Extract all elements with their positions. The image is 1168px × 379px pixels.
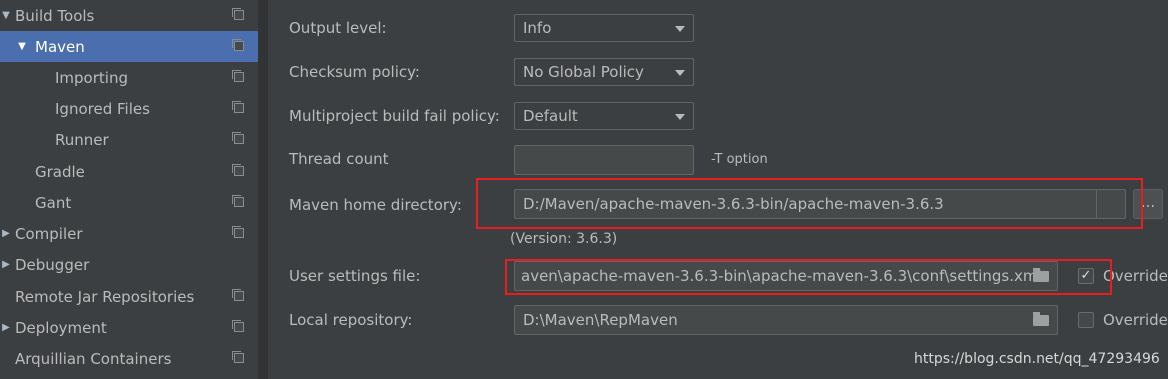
highlight-box-maven-home — [476, 178, 1143, 229]
thread-count-hint: -T option — [711, 152, 768, 167]
tree-item-label: Gradle — [35, 162, 85, 181]
tree-item-label: Runner — [55, 130, 109, 149]
project-scope-icon — [232, 7, 244, 20]
project-scope-icon — [232, 163, 244, 176]
tree-item-label: Deployment — [15, 318, 107, 337]
thread-count-input[interactable] — [514, 145, 694, 175]
tree-item-importing[interactable]: Importing — [0, 62, 258, 93]
user-settings-override-label: Override — [1103, 267, 1168, 285]
project-scope-icon — [232, 350, 244, 363]
expand-arrow-icon[interactable]: ▼ — [16, 41, 28, 52]
tree-item-runner[interactable]: Runner — [0, 124, 258, 155]
tree-item-compiler[interactable]: ▶ Compiler — [0, 218, 258, 249]
folder-icon[interactable] — [1033, 312, 1049, 326]
checksum-policy-dropdown[interactable]: No Global Policy — [514, 58, 694, 86]
maven-version-label: (Version: 3.6.3) — [510, 231, 618, 247]
maven-home-label: Maven home directory: — [289, 196, 462, 214]
project-scope-icon — [232, 38, 244, 51]
checksum-policy-value: No Global Policy — [523, 63, 644, 81]
tree-item-debugger[interactable]: ▶ Debugger — [0, 249, 258, 280]
multiproject-fail-policy-label: Multiproject build fail policy: — [289, 107, 500, 125]
tree-item-label: Importing — [55, 68, 128, 87]
tree-item-label: Gant — [35, 193, 72, 212]
tree-item-label: Arquillian Containers — [15, 349, 172, 368]
tree-item-maven[interactable]: ▼ Maven — [0, 31, 258, 62]
expand-arrow-icon[interactable]: ▶ — [0, 259, 12, 270]
multiproject-fail-policy-dropdown[interactable]: Default — [514, 102, 694, 130]
output-level-label: Output level: — [289, 19, 387, 37]
tree-item-remote-jar-repositories[interactable]: Remote Jar Repositories — [0, 281, 258, 312]
tree-item-arquillian-containers[interactable]: Arquillian Containers — [0, 343, 258, 374]
project-scope-icon — [232, 69, 244, 82]
tree-item-label: Remote Jar Repositories — [15, 287, 195, 306]
project-scope-icon — [232, 131, 244, 144]
tree-item-gradle[interactable]: Gradle — [0, 156, 258, 187]
tree-item-build-tools[interactable]: ▼ Build Tools — [0, 0, 258, 31]
tree-item-label: Build Tools — [15, 6, 95, 25]
project-scope-icon — [232, 225, 244, 238]
output-level-dropdown[interactable]: Info — [514, 14, 694, 42]
settings-tree: ▼ Build Tools ▼ Maven Importing Ignored … — [0, 0, 258, 379]
local-repository-override-label: Override — [1103, 311, 1168, 329]
user-settings-label: User settings file: — [289, 267, 421, 285]
project-scope-icon — [232, 100, 244, 113]
checksum-policy-label: Checksum policy: — [289, 63, 420, 81]
project-scope-icon — [232, 288, 244, 301]
tree-item-ignored-files[interactable]: Ignored Files — [0, 93, 258, 124]
local-repository-override-checkbox[interactable] — [1078, 312, 1094, 328]
sidebar-splitter[interactable] — [258, 0, 268, 379]
expand-arrow-icon[interactable]: ▼ — [0, 10, 12, 21]
chevron-down-icon — [675, 26, 685, 32]
local-repository-label: Local repository: — [289, 311, 413, 329]
tree-item-label: Maven — [35, 37, 85, 56]
project-scope-icon — [232, 319, 244, 332]
watermark-text: https://blog.csdn.net/qq_47293496 — [914, 351, 1160, 367]
expand-arrow-icon[interactable]: ▶ — [0, 322, 12, 333]
chevron-down-icon — [675, 114, 685, 120]
tree-item-label: Debugger — [15, 255, 90, 274]
tree-item-label: Compiler — [15, 224, 83, 243]
highlight-box-user-settings — [505, 259, 1112, 295]
project-scope-icon — [232, 194, 244, 207]
local-repository-value: D:\Maven\RepMaven — [523, 311, 678, 329]
tree-item-label: Ignored Files — [55, 99, 150, 118]
tree-item-gant[interactable]: Gant — [0, 187, 258, 218]
local-repository-input[interactable]: D:\Maven\RepMaven — [514, 305, 1058, 335]
chevron-down-icon — [675, 70, 685, 76]
tree-item-deployment[interactable]: ▶ Deployment — [0, 312, 258, 343]
multiproject-fail-policy-value: Default — [523, 107, 578, 125]
thread-count-label: Thread count — [289, 150, 389, 168]
output-level-value: Info — [523, 19, 552, 37]
expand-arrow-icon[interactable]: ▶ — [0, 228, 12, 239]
